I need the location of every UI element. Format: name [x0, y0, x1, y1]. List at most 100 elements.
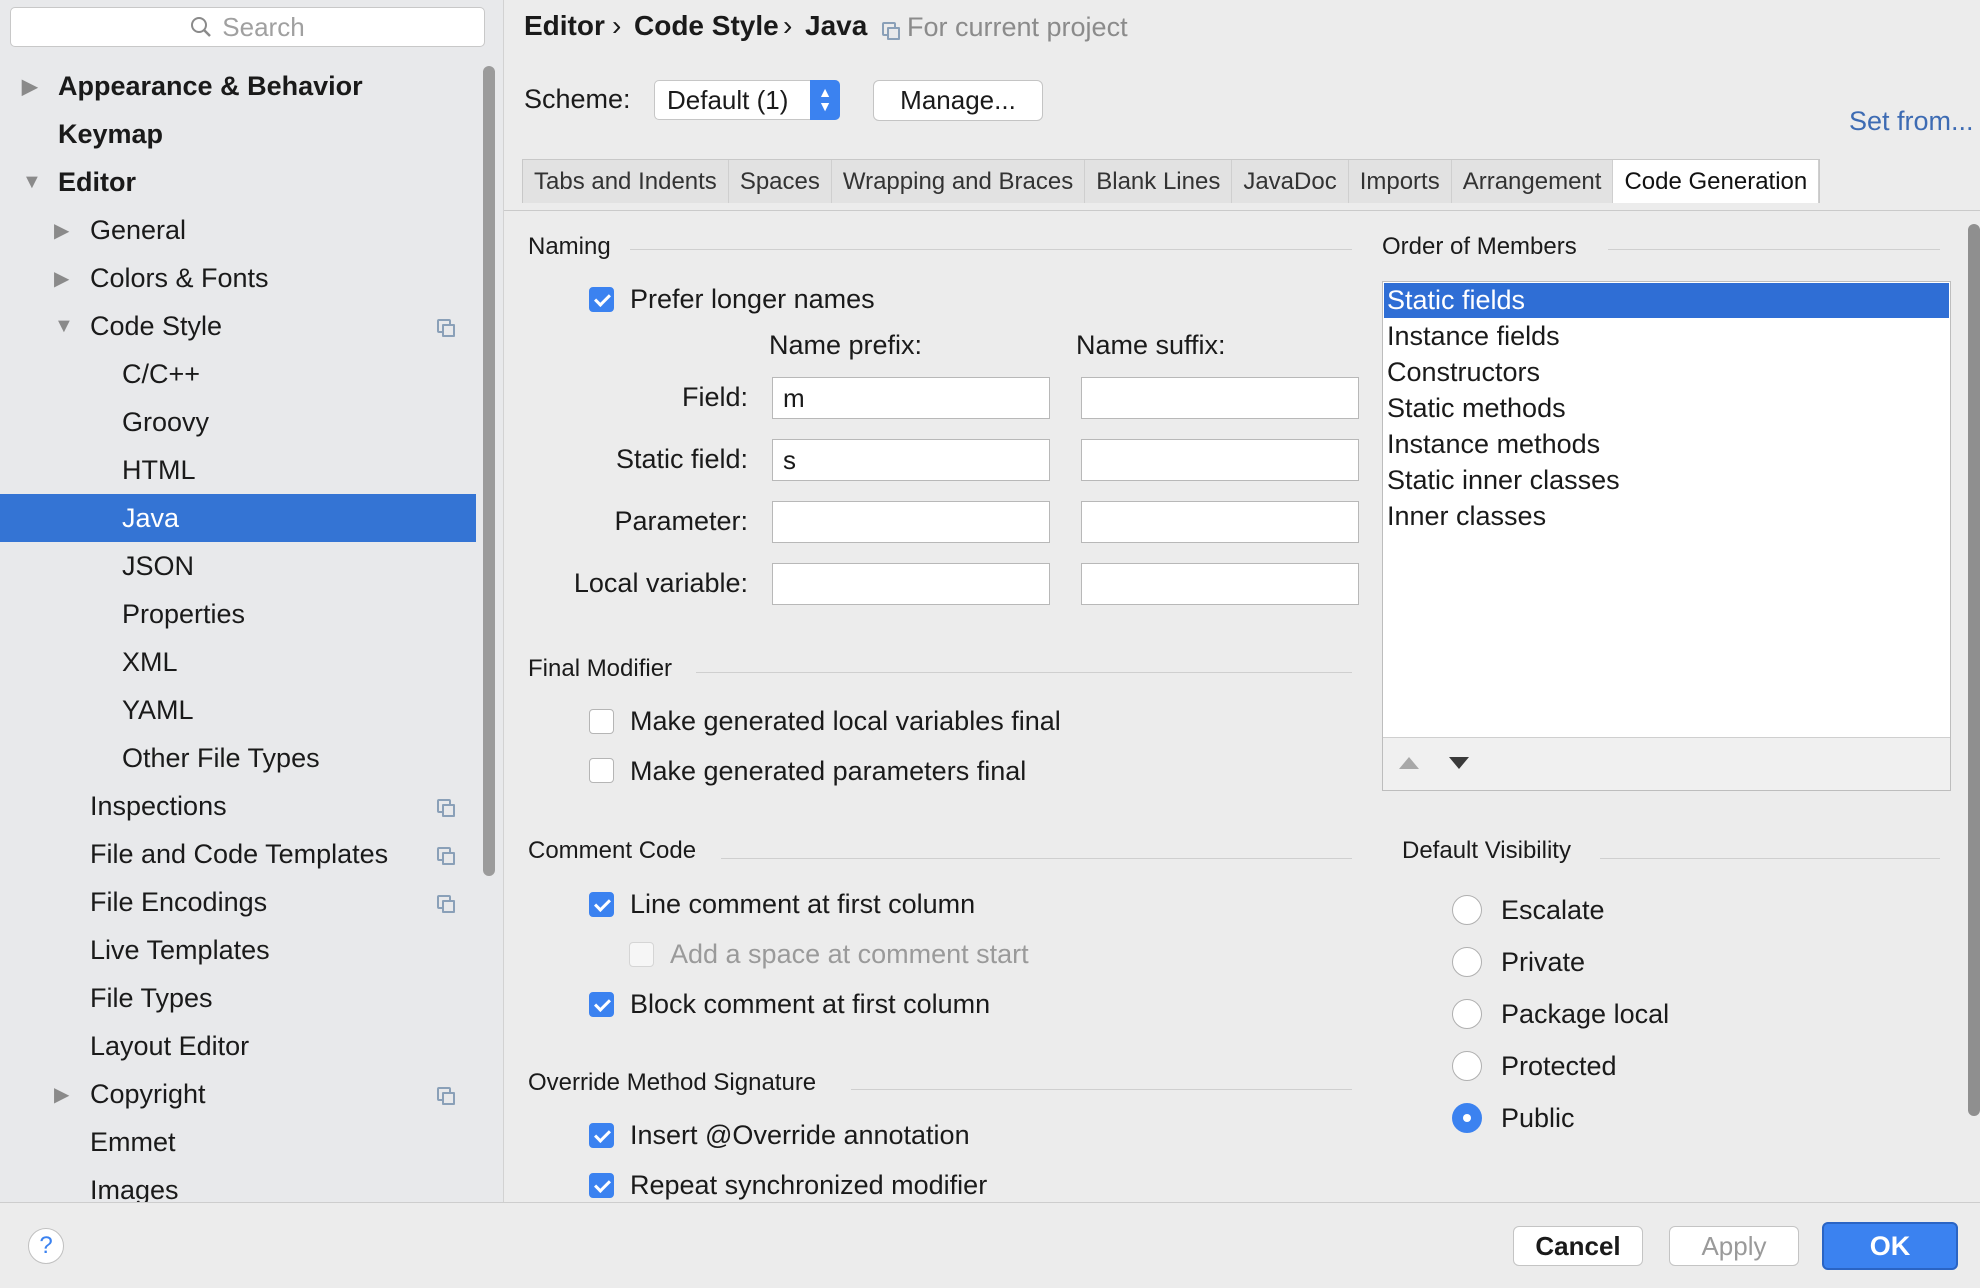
insert-override-checkbox[interactable]	[589, 1123, 614, 1148]
content-scrollbar[interactable]	[1968, 224, 1980, 1116]
sidebar-item-general[interactable]: ▶ General	[0, 206, 476, 254]
sidebar-item-images[interactable]: Images	[0, 1166, 476, 1203]
apply-button[interactable]: Apply	[1669, 1226, 1799, 1266]
sidebar-item-editor[interactable]: ▼ Editor	[0, 158, 476, 206]
static-field-suffix-input[interactable]	[1081, 439, 1359, 481]
field-prefix-input[interactable]: m	[772, 377, 1050, 419]
sidebar-item-keymap[interactable]: Keymap	[0, 110, 476, 158]
sidebar-item-xml[interactable]: XML	[0, 638, 476, 686]
expand-arrow-icon[interactable]: ▶	[54, 218, 69, 243]
sidebar-item-yaml[interactable]: YAML	[0, 686, 476, 734]
sidebar-item-json[interactable]: JSON	[0, 542, 476, 590]
member-item-static-methods[interactable]: Static methods	[1384, 391, 1949, 426]
members-order-list[interactable]: Static fields Instance fields Constructo…	[1382, 281, 1951, 791]
final-local-vars-checkbox[interactable]	[589, 709, 614, 734]
field-suffix-input[interactable]	[1081, 377, 1359, 419]
sidebar-item-code-style[interactable]: ▼ Code Style	[0, 302, 476, 350]
sidebar-item-label: Layout Editor	[90, 1030, 250, 1061]
tab-blank-lines[interactable]: Blank Lines	[1085, 160, 1233, 203]
sidebar-item-copyright[interactable]: ▶ Copyright	[0, 1070, 476, 1118]
parameter-prefix-input[interactable]	[772, 501, 1050, 543]
sidebar-item-label: XML	[122, 646, 178, 677]
tab-tabs-and-indents[interactable]: Tabs and Indents	[523, 160, 729, 203]
sidebar-item-html[interactable]: HTML	[0, 446, 476, 494]
sidebar-item-emmet[interactable]: Emmet	[0, 1118, 476, 1166]
expand-arrow-icon[interactable]: ▶	[22, 74, 37, 99]
tab-spaces[interactable]: Spaces	[728, 160, 832, 203]
project-scope-icon	[437, 799, 455, 817]
tab-code-generation[interactable]: Code Generation	[1613, 160, 1820, 203]
sidebar-item-cpp[interactable]: C/C++	[0, 350, 476, 398]
sidebar-item-label: Inspections	[90, 790, 227, 821]
visibility-escalate-radio[interactable]	[1452, 895, 1482, 925]
visibility-public-label: Public	[1501, 1103, 1575, 1133]
sidebar-item-java[interactable]: Java	[0, 494, 476, 542]
visibility-protected-radio[interactable]	[1452, 1051, 1482, 1081]
local-variable-prefix-input[interactable]	[772, 563, 1050, 605]
visibility-private-radio[interactable]	[1452, 947, 1482, 977]
add-space-comment-checkbox[interactable]	[629, 942, 654, 967]
search-field[interactable]: Search	[10, 7, 485, 47]
set-from-link[interactable]: Set from...	[1849, 106, 1974, 137]
cancel-button[interactable]: Cancel	[1513, 1226, 1643, 1266]
add-space-comment-label: Add a space at comment start	[670, 939, 1029, 969]
settings-sidebar: Search ▶ Appearance & Behavior Keymap ▼ …	[0, 0, 504, 1202]
collapse-arrow-icon[interactable]: ▼	[54, 315, 74, 338]
move-down-icon[interactable]	[1447, 754, 1471, 772]
scheme-dropdown[interactable]: Default (1) ▲ ▼	[654, 80, 840, 120]
visibility-public-radio[interactable]	[1452, 1103, 1482, 1133]
tab-arrangement[interactable]: Arrangement	[1451, 160, 1614, 203]
sidebar-item-inspections[interactable]: Inspections	[0, 782, 476, 830]
sidebar-item-label: General	[90, 214, 187, 245]
dropdown-arrows-icon: ▲ ▼	[810, 80, 840, 120]
line-comment-first-column-label: Line comment at first column	[630, 889, 976, 919]
repeat-synchronized-label: Repeat synchronized modifier	[630, 1170, 988, 1200]
tab-wrapping-and-braces[interactable]: Wrapping and Braces	[831, 160, 1086, 203]
final-local-vars-label: Make generated local variables final	[630, 706, 1061, 736]
sidebar-item-layout-editor[interactable]: Layout Editor	[0, 1022, 476, 1070]
manage-button[interactable]: Manage...	[873, 80, 1043, 121]
expand-arrow-icon[interactable]: ▶	[54, 1082, 69, 1107]
collapse-arrow-icon[interactable]: ▼	[22, 171, 42, 194]
member-item-static-fields[interactable]: Static fields	[1384, 283, 1949, 318]
repeat-synchronized-checkbox[interactable]	[589, 1173, 614, 1198]
member-item-instance-methods[interactable]: Instance methods	[1384, 427, 1949, 462]
help-button[interactable]: ?	[28, 1228, 64, 1264]
sidebar-item-label: Other File Types	[122, 742, 320, 773]
final-params-checkbox[interactable]	[589, 758, 614, 783]
order-of-members-title: Order of Members	[1382, 233, 1577, 260]
prefer-longer-names-checkbox[interactable]	[589, 287, 614, 312]
visibility-protected-label: Protected	[1501, 1051, 1617, 1081]
sidebar-scrollbar[interactable]	[483, 66, 495, 876]
member-item-instance-fields[interactable]: Instance fields	[1384, 319, 1949, 354]
insert-override-label: Insert @Override annotation	[630, 1120, 970, 1150]
sidebar-item-groovy[interactable]: Groovy	[0, 398, 476, 446]
sidebar-item-label: Editor	[58, 166, 136, 197]
footer-divider	[0, 1202, 1980, 1203]
line-comment-first-column-checkbox[interactable]	[589, 892, 614, 917]
sidebar-item-file-code-templates[interactable]: File and Code Templates	[0, 830, 476, 878]
static-field-prefix-input[interactable]: s	[772, 439, 1050, 481]
ok-button[interactable]: OK	[1822, 1222, 1958, 1270]
sidebar-item-file-encodings[interactable]: File Encodings	[0, 878, 476, 926]
sidebar-item-label: HTML	[122, 454, 196, 485]
sidebar-item-colors-fonts[interactable]: ▶ Colors & Fonts	[0, 254, 476, 302]
block-comment-first-column-checkbox[interactable]	[589, 992, 614, 1017]
visibility-package-local-radio[interactable]	[1452, 999, 1482, 1029]
sidebar-item-file-types[interactable]: File Types	[0, 974, 476, 1022]
move-up-icon[interactable]	[1397, 754, 1421, 772]
member-item-inner-classes[interactable]: Inner classes	[1384, 499, 1949, 534]
member-item-static-inner-classes[interactable]: Static inner classes	[1384, 463, 1949, 498]
tab-imports[interactable]: Imports	[1348, 160, 1452, 203]
local-variable-suffix-input[interactable]	[1081, 563, 1359, 605]
sidebar-item-live-templates[interactable]: Live Templates	[0, 926, 476, 974]
sidebar-item-properties[interactable]: Properties	[0, 590, 476, 638]
tab-javadoc[interactable]: JavaDoc	[1232, 160, 1349, 203]
parameter-suffix-input[interactable]	[1081, 501, 1359, 543]
breadcrumb-code-style: Code Style	[634, 10, 779, 41]
sidebar-item-appearance-behavior[interactable]: ▶ Appearance & Behavior	[0, 62, 476, 110]
scheme-value: Default (1)	[667, 85, 789, 115]
sidebar-item-other-file-types[interactable]: Other File Types	[0, 734, 476, 782]
expand-arrow-icon[interactable]: ▶	[54, 266, 69, 291]
member-item-constructors[interactable]: Constructors	[1384, 355, 1949, 390]
